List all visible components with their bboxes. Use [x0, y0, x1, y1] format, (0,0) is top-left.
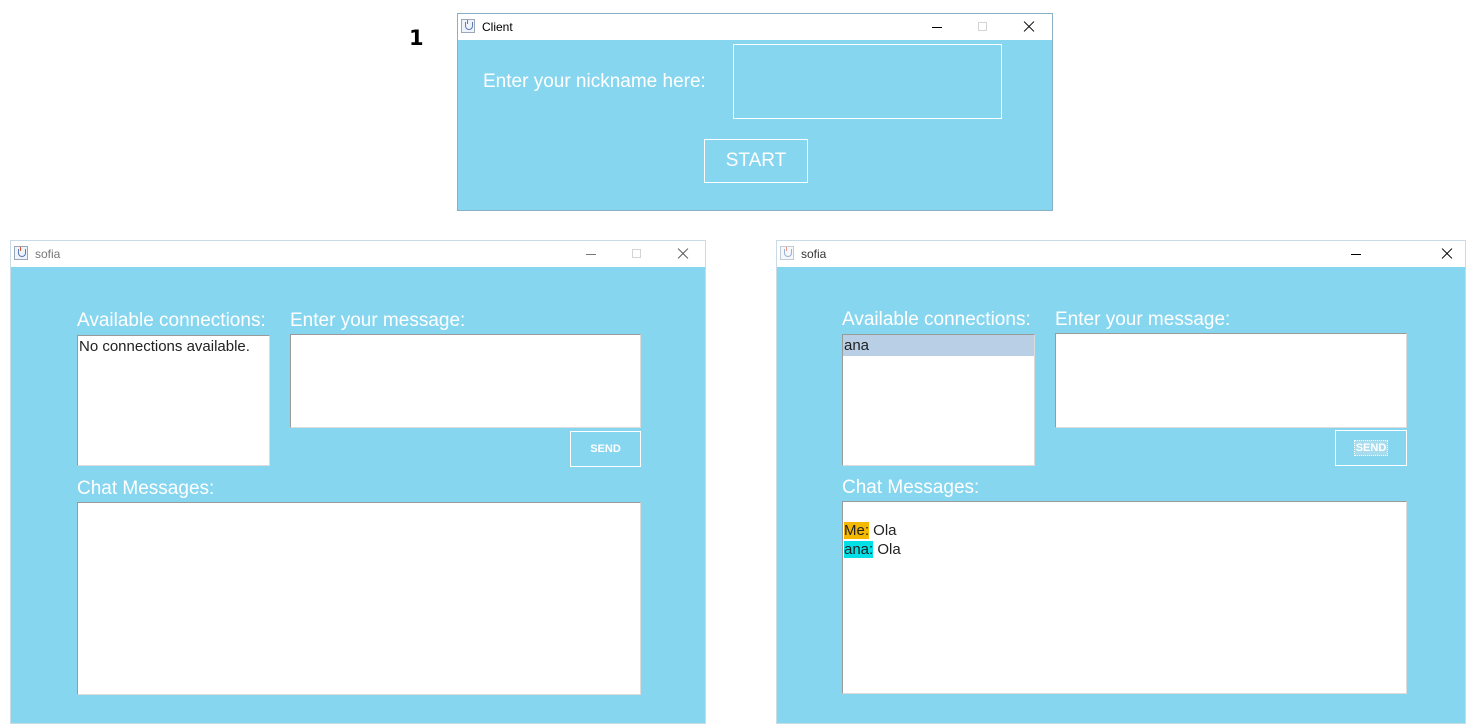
chat-message-ana: ana: Ola	[844, 541, 901, 558]
chat-window-empty: sofia Available connections: No connecti…	[10, 240, 706, 724]
message-input[interactable]	[1055, 333, 1407, 428]
title-bar[interactable]: sofia	[11, 241, 705, 267]
close-icon[interactable]	[660, 241, 705, 267]
message-text: Ola	[869, 522, 897, 539]
title-bar[interactable]: sofia	[777, 241, 1465, 267]
java-app-icon	[780, 246, 794, 260]
chat-label: Chat Messages:	[842, 477, 980, 498]
minimize-icon[interactable]	[569, 241, 614, 267]
client-window: Client Enter your nickname here: START	[457, 13, 1053, 211]
connections-label: Available connections:	[77, 310, 266, 331]
java-app-icon	[461, 19, 475, 33]
chat-message-me: Me: Ola	[844, 522, 897, 539]
send-button-label: SEND	[590, 443, 621, 455]
empty-connections-text: No connections available.	[79, 338, 250, 355]
connections-list[interactable]: ana	[842, 334, 1035, 466]
minimize-icon[interactable]	[1334, 241, 1379, 267]
maximize-icon[interactable]	[614, 241, 659, 267]
message-text: Ola	[873, 541, 901, 558]
start-button[interactable]: START	[704, 139, 808, 183]
close-icon[interactable]	[1006, 14, 1051, 40]
message-label: Enter your message:	[290, 310, 466, 331]
title-bar[interactable]: Client	[458, 14, 1052, 40]
send-button-label: SEND	[1353, 440, 1389, 456]
step-number-1: 1	[409, 26, 424, 50]
window-title: Client	[482, 20, 513, 34]
chat-messages-area[interactable]: Me: Ola ana: Ola	[842, 501, 1407, 694]
send-button[interactable]: SEND	[570, 431, 641, 467]
chat-window-connected: sofia Available connections: ana Enter y…	[776, 240, 1466, 724]
maximize-icon[interactable]	[960, 14, 1005, 40]
connections-list[interactable]: No connections available.	[77, 335, 270, 466]
send-button[interactable]: SEND	[1335, 430, 1407, 466]
java-app-icon	[14, 246, 28, 260]
chat-messages-area[interactable]	[77, 502, 641, 695]
chat-label: Chat Messages:	[77, 478, 215, 499]
start-button-label: START	[725, 150, 787, 171]
message-input[interactable]	[290, 334, 641, 428]
window-title: sofia	[801, 247, 827, 261]
minimize-icon[interactable]	[915, 14, 960, 40]
selected-connection-highlight	[843, 335, 1034, 356]
message-label: Enter your message:	[1055, 309, 1231, 330]
sender-tag-me: Me:	[844, 522, 870, 539]
nickname-label: Enter your nickname here:	[483, 71, 706, 92]
nickname-input[interactable]	[733, 44, 1002, 119]
window-title: sofia	[35, 247, 61, 261]
connections-label: Available connections:	[842, 309, 1031, 330]
sender-tag-ana: ana:	[844, 541, 874, 558]
connection-item-ana[interactable]: ana	[844, 337, 869, 354]
close-icon[interactable]	[1424, 241, 1469, 267]
